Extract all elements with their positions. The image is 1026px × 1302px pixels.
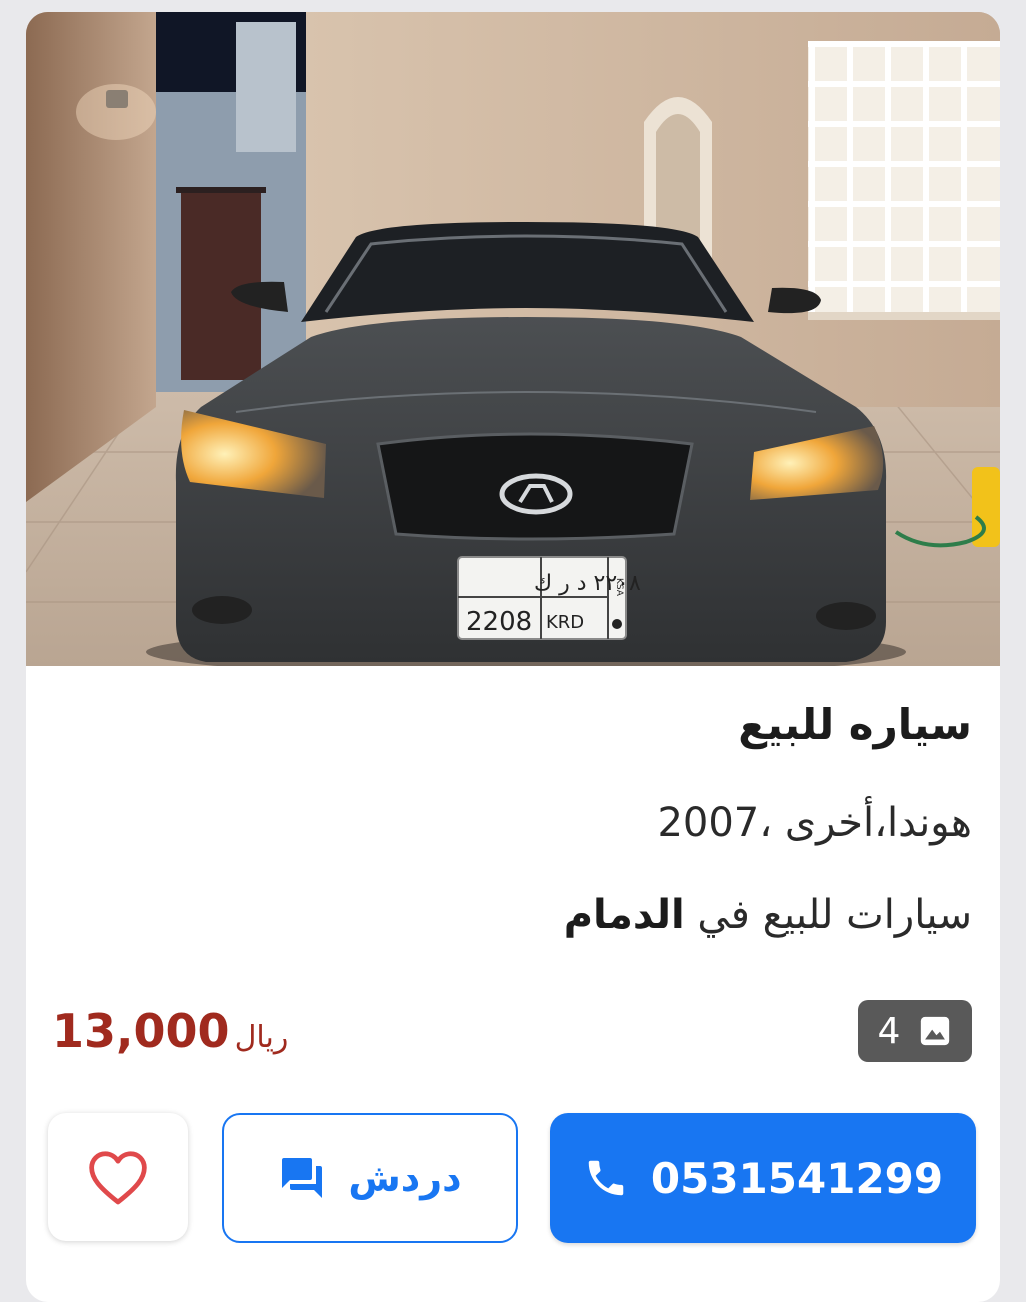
- car-photo[interactable]: ٢٢٠٨ د ر ك 2208 KRD KSA: [26, 12, 1000, 666]
- listing-card[interactable]: ٢٢٠٨ د ر ك 2208 KRD KSA سياره للبيع هوند…: [26, 12, 1000, 1302]
- listing-details: هوندا،أخرى ،2007: [657, 800, 972, 846]
- price-amount: 13,000: [52, 1004, 230, 1058]
- call-button[interactable]: 0531541299: [550, 1113, 976, 1243]
- photo-count-value: 4: [877, 1010, 901, 1052]
- listing-price: ريال 13,000: [52, 1004, 306, 1058]
- heart-outline-icon: [86, 1148, 150, 1206]
- call-number: 0531541299: [650, 1153, 944, 1203]
- chat-label: دردش: [348, 1156, 462, 1200]
- chat-button[interactable]: دردش: [222, 1113, 518, 1243]
- plate-country: KSA: [614, 578, 624, 597]
- listing-location: سيارات للبيع في الدمام: [564, 892, 972, 938]
- photo-count-badge[interactable]: 4: [858, 1000, 972, 1062]
- location-prefix: سيارات للبيع في: [697, 892, 972, 938]
- price-currency: ريال: [234, 1020, 289, 1055]
- listing-title[interactable]: سياره للبيع: [738, 700, 972, 749]
- location-city: الدمام: [563, 892, 685, 938]
- chat-icon: [278, 1154, 326, 1202]
- favorite-button[interactable]: [48, 1113, 188, 1241]
- plate-number: 2208: [466, 607, 532, 637]
- phone-icon: [583, 1155, 629, 1201]
- plate-letters: KRD: [546, 612, 584, 633]
- image-icon: [918, 1014, 952, 1048]
